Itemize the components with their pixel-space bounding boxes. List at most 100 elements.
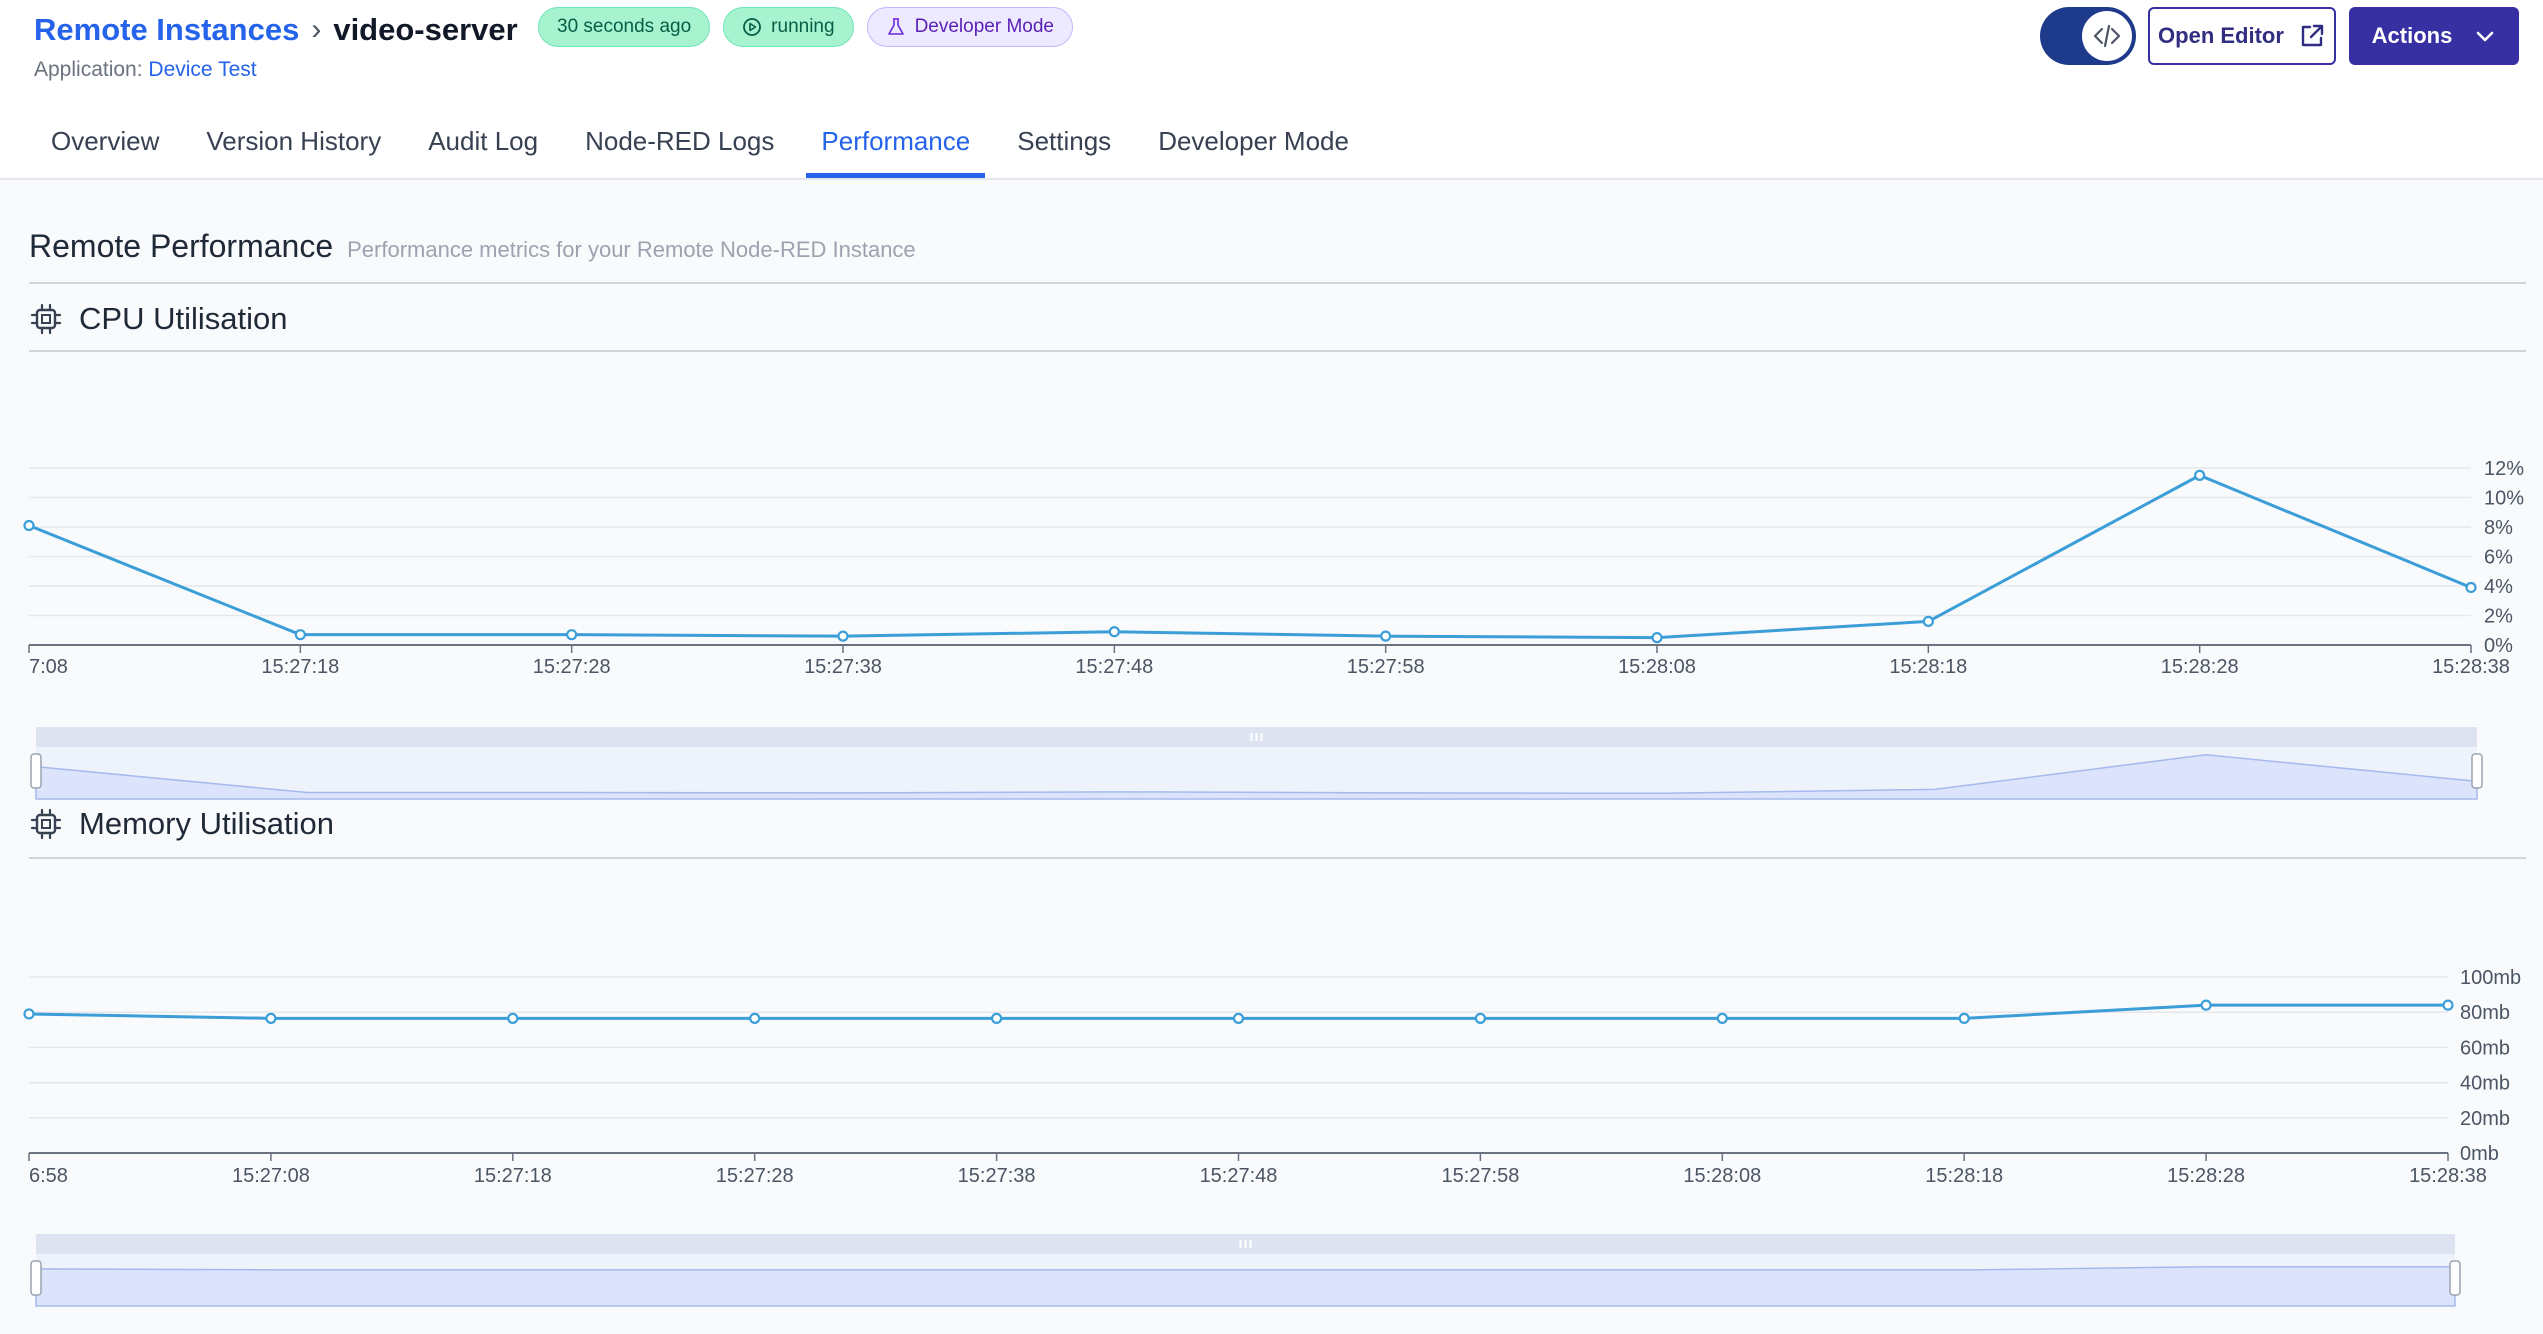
- actions-button[interactable]: Actions: [2349, 7, 2519, 65]
- memory-y-tick-label: 100mb: [2460, 967, 2521, 989]
- cpu-data-point: [1380, 630, 1392, 642]
- memory-x-tick-label: 15:28:08: [1683, 1165, 1761, 1187]
- developer-mode-toggle[interactable]: [2040, 7, 2136, 65]
- chevron-down-icon: [2477, 31, 2494, 42]
- application-line: Application: Device Test: [34, 58, 257, 82]
- cpu-chart-divider: [29, 350, 2526, 352]
- cpu-x-tick-label: 7:08: [29, 656, 68, 678]
- memory-x-tick-label: 15:28:38: [2409, 1165, 2487, 1187]
- tab-developer-mode[interactable]: Developer Mode: [1143, 110, 1364, 178]
- memory-zoom-left-handle: [30, 1260, 42, 1296]
- cpu-data-point: [2194, 469, 2206, 481]
- cpu-data-point: [837, 630, 849, 642]
- memory-data-point: [23, 1008, 35, 1020]
- memory-data-point: [749, 1012, 761, 1024]
- memory-data-point: [2442, 999, 2454, 1011]
- cpu-y-tick-label: 2%: [2484, 606, 2513, 628]
- actions-label: Actions: [2371, 23, 2453, 48]
- chevron-right-icon: ›: [311, 13, 322, 46]
- memory-data-point: [1958, 1012, 1970, 1024]
- cpu-chip-icon: [30, 808, 62, 840]
- memory-data-point: [507, 1012, 519, 1024]
- performance-section-header: Remote Performance Performance metrics f…: [29, 228, 916, 265]
- cpu-utilisation-chart: 0% 2% 4% 6% 8% 10% 12% 7:08 15:27:18 15:27:28 15:2…: [23, 458, 2524, 800]
- memory-chart-divider: [29, 857, 2526, 859]
- memory-data-point: [265, 1012, 277, 1024]
- open-editor-button[interactable]: Open Editor: [2148, 7, 2336, 65]
- cpu-x-tick-label: 15:27:38: [804, 656, 882, 678]
- memory-y-tick-label: 0mb: [2460, 1143, 2499, 1165]
- memory-x-tick-label: 15:27:18: [474, 1165, 552, 1187]
- memory-x-tick-label: 15:27:48: [1200, 1165, 1278, 1187]
- cpu-x-tick-label: 15:28:28: [2161, 656, 2239, 678]
- cpu-data-point: [566, 629, 578, 641]
- tab-performance[interactable]: Performance: [806, 110, 986, 178]
- cpu-zoom-left-handle: [30, 753, 42, 789]
- memory-y-tick-label: 60mb: [2460, 1037, 2510, 1059]
- cpu-y-tick-label: 0%: [2484, 635, 2513, 657]
- section-title: Remote Performance: [29, 228, 334, 264]
- cpu-x-tick-label: 15:28:18: [1889, 656, 1967, 678]
- cpu-x-tick-label: 15:27:28: [533, 656, 611, 678]
- tab-overview[interactable]: Overview: [36, 110, 174, 178]
- cpu-chart-header: CPU Utilisation: [29, 299, 287, 339]
- cpu-data-point: [1922, 615, 1934, 627]
- tab-version-history[interactable]: Version History: [191, 110, 396, 178]
- memory-x-tick-label: 15:27:28: [716, 1165, 794, 1187]
- application-label: Application:: [34, 58, 143, 81]
- developer-mode-badge: Developer Mode: [866, 7, 1073, 47]
- memory-zoom-right-handle: [2449, 1260, 2461, 1296]
- open-editor-label: Open Editor: [2158, 23, 2284, 48]
- memory-x-tick-label: 15:28:28: [2167, 1165, 2245, 1187]
- memory-y-tick-label: 40mb: [2460, 1073, 2510, 1095]
- breadcrumb: Remote Instances › video-server: [34, 10, 518, 50]
- cpu-y-tick-label: 6%: [2484, 547, 2513, 569]
- application-link[interactable]: Device Test: [148, 58, 256, 81]
- cpu-data-point: [2465, 581, 2477, 594]
- memory-y-tick-label: 20mb: [2460, 1108, 2510, 1130]
- memory-data-point: [990, 1012, 1003, 1024]
- beaker-icon: [887, 18, 904, 35]
- cpu-data-point: [23, 519, 35, 532]
- memory-data-point: [1716, 1012, 1728, 1024]
- cpu-y-tick-label: 10%: [2484, 488, 2524, 510]
- memory-x-tick-label: 15:27:08: [232, 1165, 310, 1187]
- cpu-chip-icon: [30, 303, 62, 335]
- cpu-x-tick-label: 15:28:38: [2432, 656, 2510, 678]
- external-link-icon: [2301, 24, 2324, 47]
- section-subtitle: Performance metrics for your Remote Node…: [347, 237, 916, 262]
- section-divider: [29, 282, 2526, 284]
- memory-data-point: [1232, 1012, 1245, 1024]
- memory-data-point: [1474, 1012, 1487, 1024]
- cpu-data-point: [294, 629, 306, 641]
- running-status-text: running: [771, 16, 835, 37]
- memory-data-point: [2200, 999, 2212, 1011]
- tab-settings[interactable]: Settings: [1002, 110, 1126, 178]
- cpu-x-tick-label: 15:27:58: [1347, 656, 1425, 678]
- running-status-badge: running: [723, 7, 854, 47]
- cpu-x-tick-label: 15:27:48: [1075, 656, 1153, 678]
- developer-mode-text: Developer Mode: [914, 16, 1054, 37]
- cpu-y-tick-label: 12%: [2484, 458, 2524, 480]
- memory-utilisation-chart: 0mb 20mb 40mb 60mb 80mb 100mb 6:58 15:27:08 15:2…: [23, 967, 2521, 1307]
- memory-x-tick-label: 15:27:58: [1441, 1165, 1519, 1187]
- cpu-data-point: [1651, 632, 1663, 644]
- toggle-knob: [2082, 11, 2132, 61]
- status-badges: 30 seconds ago running Developer Mode: [538, 7, 1073, 47]
- memory-x-tick-label: 15:28:18: [1925, 1165, 2003, 1187]
- instance-header: Remote Instances › video-server 30 secon…: [0, 0, 2543, 180]
- cpu-y-tick-label: 8%: [2484, 517, 2513, 539]
- memory-x-tick-label: 6:58: [29, 1165, 68, 1187]
- breadcrumb-remote-instances-link[interactable]: Remote Instances: [34, 12, 299, 48]
- play-circle-icon: [743, 18, 762, 36]
- tab-audit-log[interactable]: Audit Log: [413, 110, 553, 178]
- instance-tabs: Overview Version History Audit Log Node-…: [36, 110, 1381, 178]
- cpu-x-tick-label: 15:27:18: [261, 656, 339, 678]
- last-seen-badge: 30 seconds ago: [538, 7, 711, 47]
- tab-node-red-logs[interactable]: Node-RED Logs: [570, 110, 789, 178]
- cpu-x-tick-label: 15:28:08: [1618, 656, 1696, 678]
- instance-name: video-server: [333, 12, 518, 47]
- memory-zoom-preview: [35, 1265, 2456, 1307]
- last-seen-text: 30 seconds ago: [557, 16, 692, 37]
- memory-chart-header: Memory Utilisation: [29, 804, 334, 844]
